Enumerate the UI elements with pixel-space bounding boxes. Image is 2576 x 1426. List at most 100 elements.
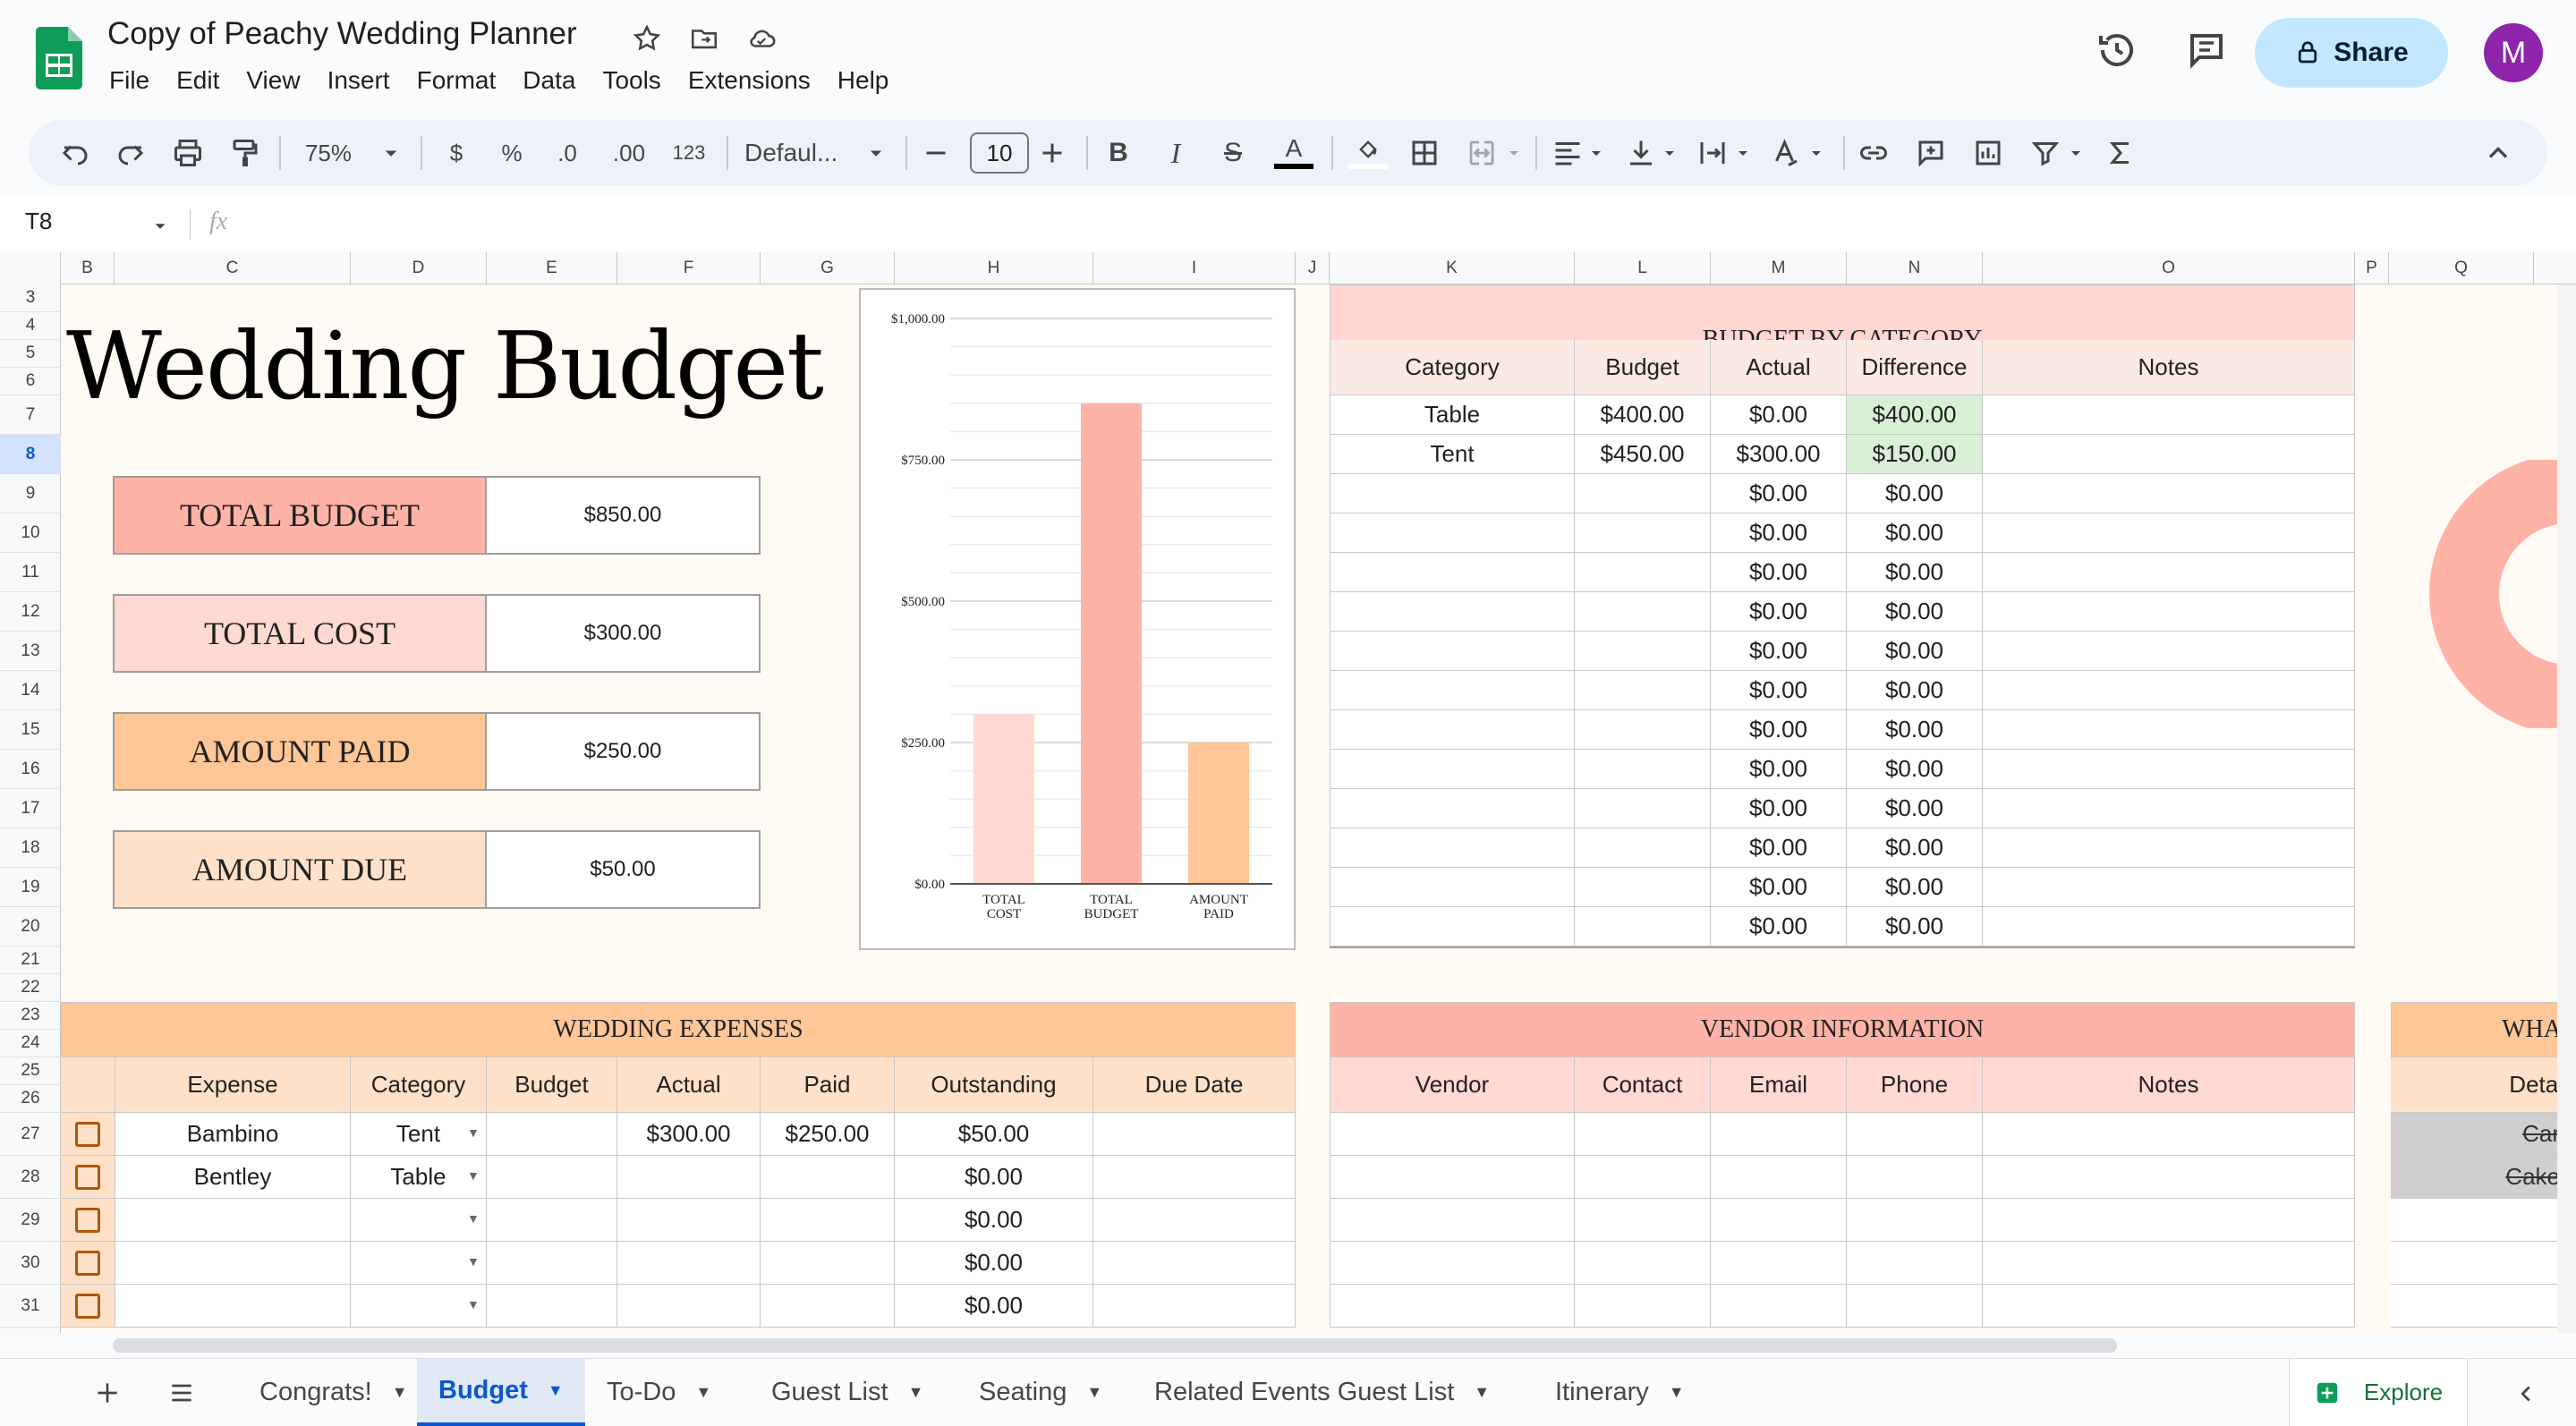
column-header-m[interactable]: M: [1711, 252, 1847, 284]
sheet-tab-itinerary[interactable]: Itinerary ▼: [1555, 1359, 1685, 1426]
menu-view[interactable]: View: [246, 66, 300, 95]
expense-cell[interactable]: [617, 1156, 761, 1199]
chevron-down-icon[interactable]: ▼: [695, 1383, 711, 1402]
vendor-cell[interactable]: [1983, 1199, 2355, 1242]
bbc-cell[interactable]: [1330, 907, 1575, 946]
expense-checkbox[interactable]: [75, 1165, 100, 1190]
bbc-cell[interactable]: [1983, 789, 2355, 828]
expense-cell[interactable]: $0.00: [895, 1242, 1093, 1285]
vendor-cell[interactable]: [1847, 1285, 1983, 1328]
expense-cell[interactable]: [617, 1199, 761, 1242]
bbc-cell[interactable]: $0.00: [1711, 750, 1847, 789]
bbc-cell[interactable]: [1983, 514, 2355, 553]
bbc-cell[interactable]: [1983, 435, 2355, 474]
sheet-tab-related-events-guest-list[interactable]: Related Events Guest List ▼: [1154, 1359, 1490, 1426]
row-header-10[interactable]: 10: [0, 514, 61, 553]
vendor-cell[interactable]: [1575, 1156, 1711, 1199]
bbc-cell[interactable]: [1330, 514, 1575, 553]
row-header-14[interactable]: 14: [0, 671, 61, 710]
share-button[interactable]: Share: [2255, 18, 2448, 88]
bbc-cell[interactable]: [1330, 553, 1575, 592]
vendor-cell[interactable]: [1847, 1113, 1983, 1156]
filter-icon[interactable]: [2028, 136, 2063, 170]
horizontal-scrollbar[interactable]: [113, 1338, 2117, 1353]
name-box[interactable]: T8: [25, 208, 52, 235]
bbc-cell[interactable]: $0.00: [1711, 907, 1847, 946]
bbc-cell[interactable]: $150.00: [1847, 435, 1983, 474]
chevron-down-icon[interactable]: [1806, 136, 1827, 170]
star-icon[interactable]: [632, 23, 662, 54]
percent-format-button[interactable]: %: [494, 136, 530, 170]
bbc-cell[interactable]: [1983, 828, 2355, 868]
vendor-cell[interactable]: [1330, 1199, 1575, 1242]
expense-checkbox[interactable]: [75, 1208, 100, 1233]
number-format-button[interactable]: 123: [664, 136, 714, 170]
text-rotation-icon[interactable]: [1768, 136, 1804, 170]
chevron-down-icon[interactable]: [1659, 136, 1680, 170]
bold-icon[interactable]: B: [1101, 136, 1136, 170]
row-header-9[interactable]: 9: [0, 474, 61, 514]
bbc-cell[interactable]: $0.00: [1847, 514, 1983, 553]
collapse-toolbar-icon[interactable]: [2480, 136, 2516, 170]
column-header-c[interactable]: C: [115, 252, 351, 284]
formula-input[interactable]: [259, 209, 2496, 240]
row-header-5[interactable]: 5: [0, 340, 61, 368]
vendor-cell[interactable]: [1330, 1242, 1575, 1285]
row-header-31[interactable]: 31: [0, 1285, 61, 1328]
bbc-cell[interactable]: [1575, 828, 1711, 868]
bbc-cell[interactable]: $0.00: [1847, 868, 1983, 907]
row-header-16[interactable]: 16: [0, 750, 61, 789]
bbc-cell[interactable]: [1983, 592, 2355, 632]
row-header-17[interactable]: 17: [0, 789, 61, 828]
vendor-cell[interactable]: [1983, 1156, 2355, 1199]
vendor-cell[interactable]: [1711, 1285, 1847, 1328]
expense-cell[interactable]: [115, 1285, 351, 1328]
bbc-cell[interactable]: $0.00: [1847, 474, 1983, 514]
row-header-25[interactable]: 25: [0, 1057, 61, 1085]
bbc-cell[interactable]: $0.00: [1847, 632, 1983, 671]
expense-cell[interactable]: [761, 1285, 895, 1328]
bbc-cell[interactable]: [1575, 907, 1711, 946]
column-header-k[interactable]: K: [1330, 252, 1575, 284]
bbc-cell[interactable]: [1575, 553, 1711, 592]
expense-cell[interactable]: Bambino: [115, 1113, 351, 1156]
fill-color-icon[interactable]: [1348, 136, 1389, 170]
chevron-down-icon[interactable]: [150, 216, 170, 236]
vendor-cell[interactable]: [1330, 1285, 1575, 1328]
bbc-cell[interactable]: Tent: [1330, 435, 1575, 474]
column-header-e[interactable]: E: [487, 252, 617, 284]
bbc-cell[interactable]: $400.00: [1847, 395, 1983, 435]
vendor-cell[interactable]: [1711, 1242, 1847, 1285]
column-header-f[interactable]: F: [617, 252, 761, 284]
bbc-cell[interactable]: $0.00: [1847, 750, 1983, 789]
bbc-cell[interactable]: [1330, 671, 1575, 710]
bbc-cell[interactable]: $0.00: [1711, 395, 1847, 435]
bbc-cell[interactable]: [1983, 553, 2355, 592]
bbc-cell[interactable]: [1575, 671, 1711, 710]
expense-cell[interactable]: [1093, 1156, 1296, 1199]
bbc-cell[interactable]: [1575, 710, 1711, 750]
chevron-down-icon[interactable]: [378, 136, 404, 170]
row-header-11[interactable]: 11: [0, 553, 61, 592]
row-header-4[interactable]: 4: [0, 312, 61, 340]
merge-cells-icon[interactable]: [1464, 136, 1500, 170]
print-icon[interactable]: [170, 136, 206, 170]
bbc-cell[interactable]: $0.00: [1847, 553, 1983, 592]
bbc-cell[interactable]: [1330, 789, 1575, 828]
row-header-19[interactable]: 19: [0, 868, 61, 907]
expense-cell[interactable]: $250.00: [761, 1113, 895, 1156]
row-header-6[interactable]: 6: [0, 368, 61, 395]
borders-icon[interactable]: [1407, 136, 1442, 170]
row-header-21[interactable]: 21: [0, 946, 61, 974]
expense-checkbox[interactable]: [75, 1122, 100, 1147]
expense-cell[interactable]: [115, 1242, 351, 1285]
paint-format-icon[interactable]: [227, 136, 263, 170]
row-header-24[interactable]: 24: [0, 1030, 61, 1057]
column-header-g[interactable]: G: [761, 252, 895, 284]
vertical-align-icon[interactable]: [1623, 136, 1659, 170]
chevron-down-icon[interactable]: ▼: [1474, 1383, 1490, 1402]
column-header-o[interactable]: O: [1983, 252, 2355, 284]
menu-tools[interactable]: Tools: [602, 66, 660, 95]
bbc-cell[interactable]: $0.00: [1847, 671, 1983, 710]
menu-format[interactable]: Format: [417, 66, 497, 95]
